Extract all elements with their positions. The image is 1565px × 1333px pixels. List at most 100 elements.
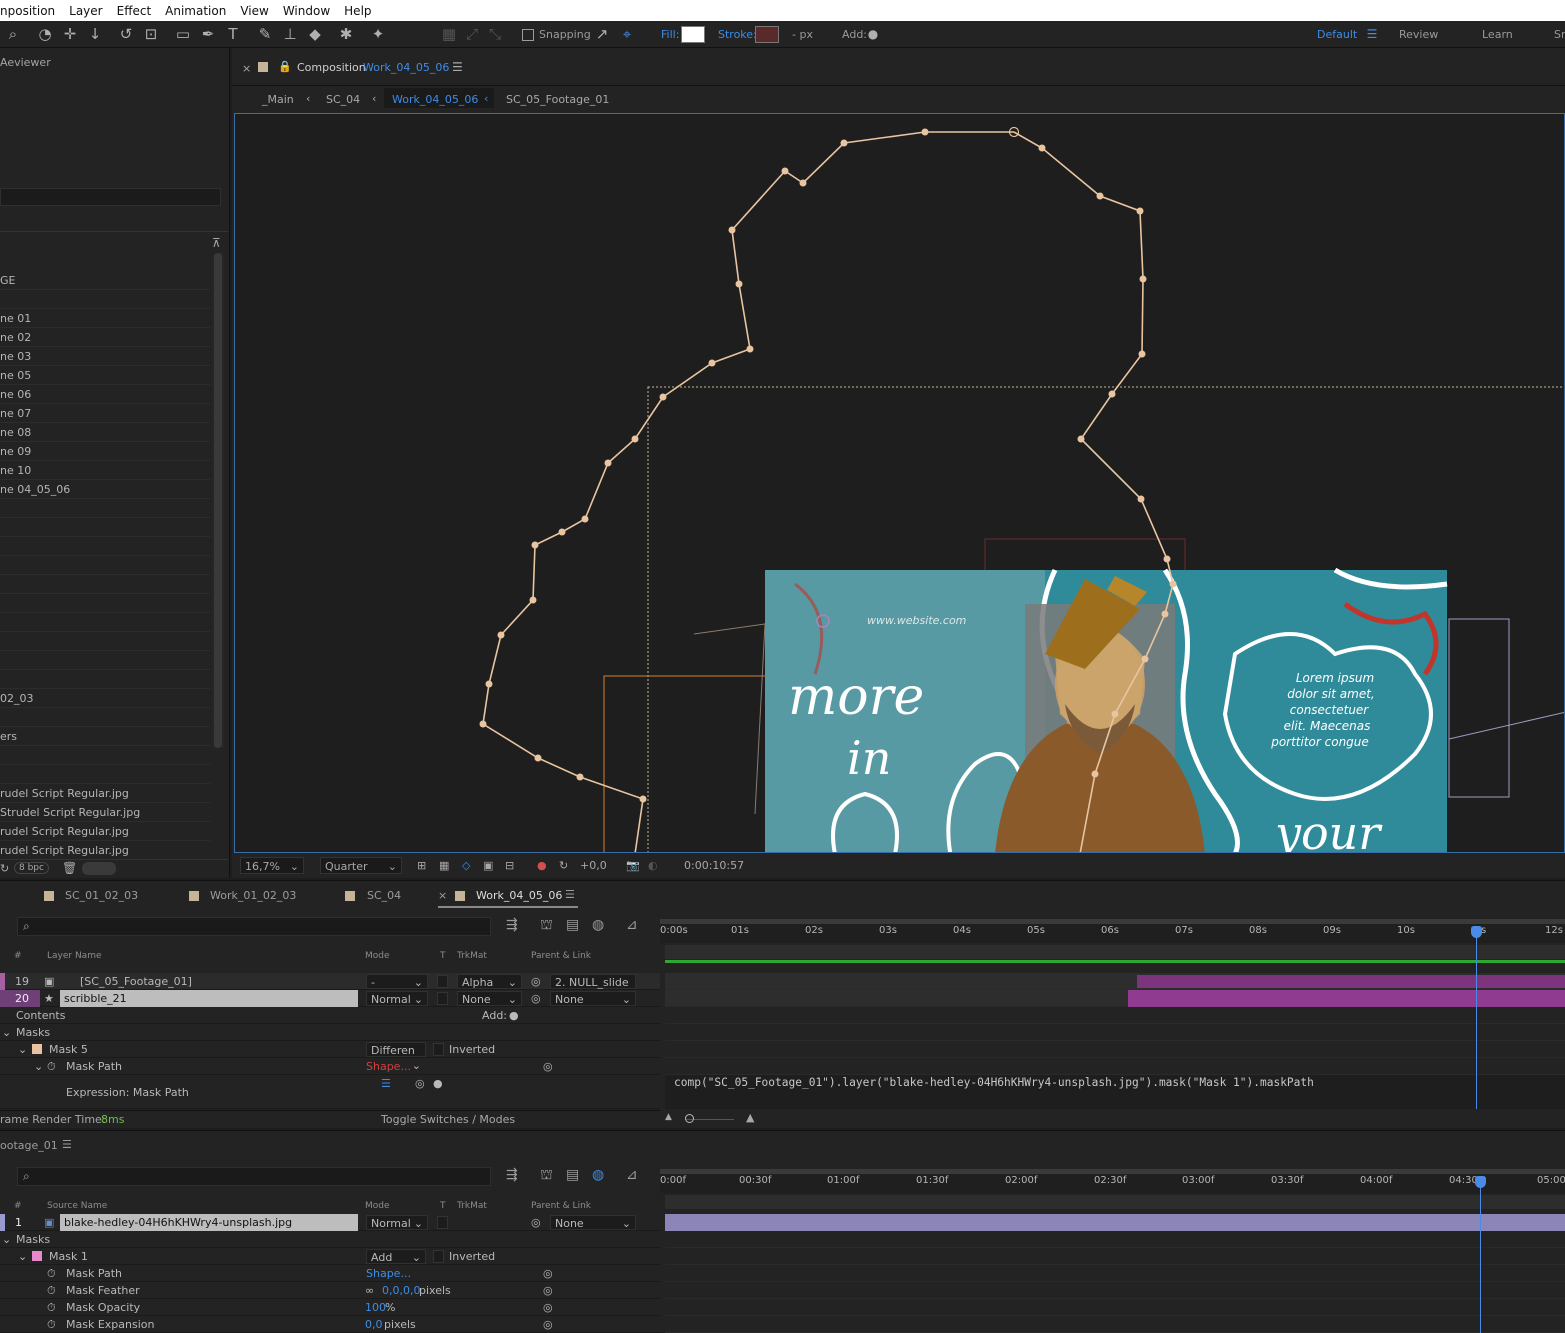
mask-path-value[interactable]: Shape... bbox=[366, 1265, 411, 1282]
reset-exposure-icon[interactable]: ↻ bbox=[559, 857, 568, 874]
stroke-swatch[interactable] bbox=[755, 26, 779, 43]
dolly-tool-icon[interactable]: ↓ bbox=[86, 25, 104, 43]
pickwhip-icon[interactable]: ◎ bbox=[543, 1316, 553, 1333]
pickwhip-icon[interactable]: ◎ bbox=[543, 1058, 553, 1075]
shy-layers-icon[interactable]: ⛫ bbox=[540, 1167, 553, 1185]
breadcrumb-work[interactable]: Work_04_05_06 bbox=[392, 93, 478, 106]
viewer-canvas[interactable]: www.website.com more in your Lorem ipsum… bbox=[235, 114, 1565, 853]
panel-menu-icon[interactable]: ☰ bbox=[565, 888, 575, 901]
layer-duration-bar[interactable] bbox=[665, 1214, 1565, 1231]
parent-dropdown[interactable]: None ⌄ bbox=[550, 1215, 636, 1230]
flowchart-icon[interactable]: ⊼ bbox=[212, 236, 221, 250]
mask-color-swatch[interactable] bbox=[32, 1251, 42, 1261]
project-item[interactable]: rudel Script Regular.jpg bbox=[0, 784, 210, 803]
snapping-checkbox[interactable] bbox=[522, 29, 534, 41]
comp-name[interactable]: Work_04_05_06 bbox=[363, 61, 449, 74]
mask-opacity-value[interactable]: 100 bbox=[365, 1299, 386, 1316]
toggle-switches-modes-button[interactable]: Toggle Switches / Modes bbox=[381, 1113, 515, 1126]
workspace-more[interactable]: Sr bbox=[1554, 28, 1565, 41]
layer-row-selected[interactable]: 20 ★ scribble_21 Normal ⌄ None ⌄ ◎ None ⌄ bbox=[0, 990, 660, 1007]
project-item[interactable]: rudel Script Regular.jpg bbox=[0, 822, 210, 841]
mask-visibility-icon[interactable]: ◇ bbox=[462, 857, 470, 874]
project-item[interactable] bbox=[0, 594, 210, 613]
world-axis-icon[interactable]: ⤡ bbox=[486, 25, 504, 43]
workspace-default[interactable]: Default bbox=[1317, 28, 1357, 41]
snapshot-camera-icon[interactable]: 📷 bbox=[626, 857, 640, 874]
inverted-checkbox[interactable] bbox=[433, 1043, 444, 1056]
timeline-tab[interactable]: SC_01_02_03 bbox=[65, 889, 138, 902]
project-item[interactable]: ne 09 bbox=[0, 442, 210, 461]
exposure-value[interactable]: +0,0 bbox=[580, 857, 607, 874]
layer-name[interactable]: scribble_21 bbox=[64, 990, 127, 1007]
expression-field[interactable]: comp("SC_05_Footage_01").layer("blake-he… bbox=[665, 1075, 1565, 1109]
mask-feather-value[interactable]: 0,0,0,0 bbox=[382, 1282, 420, 1299]
snap-target-icon[interactable]: ⌖ bbox=[618, 25, 636, 43]
zoom-in-icon[interactable]: ▲ bbox=[746, 1111, 754, 1124]
menu-layer[interactable]: Layer bbox=[69, 4, 102, 18]
fill-swatch[interactable] bbox=[681, 26, 705, 43]
col-source-name[interactable]: Source Name bbox=[47, 1201, 107, 1211]
mask-name[interactable]: Mask 1 bbox=[49, 1248, 88, 1265]
graph-editor-icon[interactable]: ⊿ bbox=[626, 1167, 638, 1183]
current-time-indicator[interactable] bbox=[1480, 1181, 1481, 1333]
stopwatch-icon[interactable]: ⏱ bbox=[47, 1316, 56, 1333]
fast-preview-icon[interactable]: ⊞ bbox=[417, 857, 426, 874]
brush-tool-icon[interactable]: ✎ bbox=[256, 25, 274, 43]
anchor-tool-icon[interactable]: ⊡ bbox=[142, 25, 160, 43]
project-item[interactable] bbox=[0, 651, 210, 670]
stopwatch-icon[interactable]: ⏱ bbox=[47, 1058, 56, 1075]
mask-path-value[interactable]: Shape... bbox=[366, 1058, 411, 1075]
layer-mode-dropdown[interactable]: - ⌄ bbox=[366, 974, 428, 989]
project-item[interactable] bbox=[0, 613, 210, 632]
resolution-dropdown[interactable]: Quarter ⌄ bbox=[320, 857, 402, 874]
puppet-pin-tool-icon[interactable]: ✦ bbox=[369, 25, 387, 43]
playhead-handle[interactable] bbox=[1471, 926, 1482, 938]
playhead-handle[interactable] bbox=[1475, 1176, 1486, 1188]
project-item[interactable] bbox=[0, 632, 210, 651]
frame-blending-icon[interactable]: ▤ bbox=[566, 1167, 579, 1183]
zoom-out-icon[interactable]: ▲ bbox=[665, 1112, 672, 1122]
motion-blur-icon[interactable]: ◍ bbox=[592, 917, 604, 933]
source-name[interactable]: blake-hedley-04H6hKHWry4-unsplash.jpg bbox=[64, 1214, 292, 1231]
twirl-down-icon[interactable]: ⌄ bbox=[34, 1058, 43, 1075]
zoom-tool-icon[interactable]: ⌕ bbox=[4, 25, 22, 43]
project-item[interactable]: ne 10 bbox=[0, 461, 210, 480]
menu-help[interactable]: Help bbox=[344, 4, 371, 18]
twirl-down-icon[interactable]: ⌄ bbox=[18, 1041, 27, 1058]
stopwatch-icon[interactable]: ⏱ bbox=[47, 1265, 56, 1282]
project-item[interactable] bbox=[0, 575, 210, 594]
inverted-checkbox[interactable] bbox=[433, 1250, 444, 1263]
mask-expansion-value[interactable]: 0,0 bbox=[365, 1316, 383, 1333]
project-item[interactable]: ers bbox=[0, 727, 210, 746]
project-item[interactable]: ne 05 bbox=[0, 366, 210, 385]
footage-timeline-title[interactable]: ootage_01 bbox=[0, 1139, 58, 1152]
composition-flowchart-icon[interactable]: ⇶ bbox=[506, 917, 518, 933]
menu-animation[interactable]: Animation bbox=[165, 4, 226, 18]
orbit-tool-icon[interactable]: ◔ bbox=[36, 25, 54, 43]
project-item[interactable] bbox=[0, 499, 210, 518]
menu-view[interactable]: View bbox=[240, 4, 268, 18]
magnification-dropdown[interactable]: 16,7% ⌄ bbox=[240, 857, 304, 874]
twirl-down-icon[interactable]: ⌄ bbox=[2, 1024, 11, 1041]
pickwhip-icon[interactable]: ◎ bbox=[543, 1299, 553, 1316]
pickwhip-icon[interactable]: ◎ bbox=[531, 1214, 541, 1231]
project-item[interactable] bbox=[0, 518, 210, 537]
project-item[interactable]: GE bbox=[0, 271, 210, 290]
clone-stamp-tool-icon[interactable]: ⊥ bbox=[281, 25, 299, 43]
constrain-proportions-icon[interactable]: ∞ bbox=[365, 1282, 374, 1299]
menu-composition[interactable]: nposition bbox=[0, 4, 55, 18]
project-scrollbar[interactable] bbox=[212, 253, 224, 748]
time-ruler[interactable]: 0:00s 01s 02s 03s 04s 05s 06s 07s 08s 09… bbox=[660, 919, 1565, 943]
pen-tool-icon[interactable]: ✒ bbox=[199, 25, 217, 43]
breadcrumb-sc04[interactable]: SC_04 bbox=[326, 93, 360, 106]
mask-name[interactable]: Mask 5 bbox=[49, 1041, 88, 1058]
timeline-tab[interactable]: Work_01_02_03 bbox=[210, 889, 296, 902]
project-item[interactable]: ne 07 bbox=[0, 404, 210, 423]
time-ruler[interactable]: 0:00f 00:30f 01:00f 01:30f 02:00f 02:30f… bbox=[660, 1169, 1565, 1193]
align-icon[interactable]: ▦ bbox=[440, 25, 458, 43]
workspace-learn[interactable]: Learn bbox=[1482, 28, 1513, 41]
breadcrumb-main[interactable]: _Main bbox=[262, 93, 294, 106]
menu-effect[interactable]: Effect bbox=[117, 4, 152, 18]
trash-icon[interactable]: 🗑 bbox=[62, 861, 77, 875]
rotate-tool-icon[interactable]: ↺ bbox=[117, 25, 135, 43]
